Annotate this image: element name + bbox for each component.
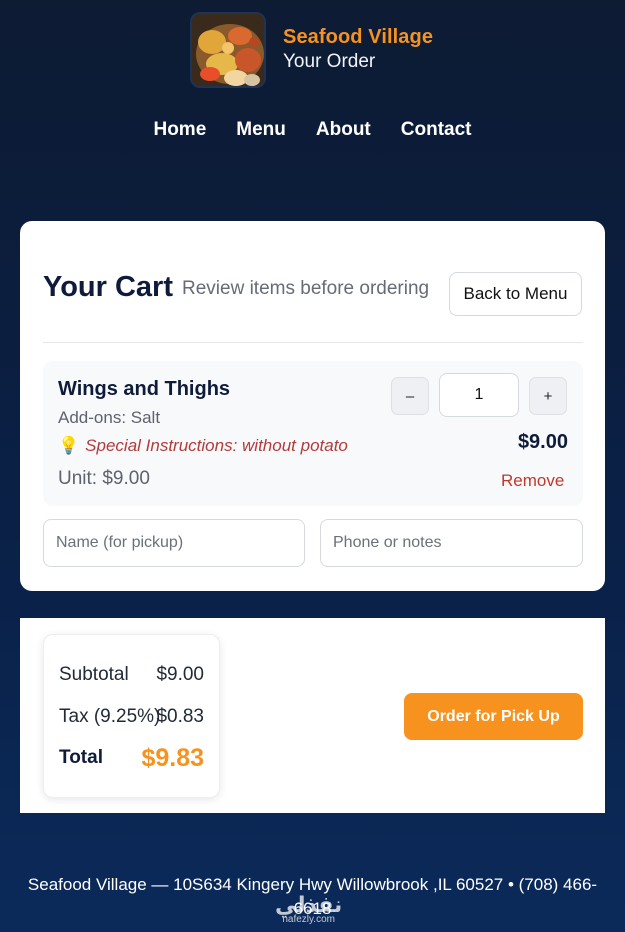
restaurant-logo[interactable] [190,12,266,88]
subtotal-label: Subtotal [59,664,129,685]
cart-title: Your Cart [43,271,173,303]
item-addons: Add-ons: Salt [58,408,161,427]
seafood-boil-photo-icon [192,14,264,86]
order-for-pickup-button[interactable]: Order for Pick Up [404,693,583,740]
page-subtitle: Your Order [283,51,376,72]
decrease-quantity-button[interactable]: – [391,377,429,415]
subtotal-value: $9.00 [156,664,204,685]
back-to-menu-button[interactable]: Back to Menu [449,272,582,316]
nav-about[interactable]: About [316,119,371,141]
item-total-price: $9.00 [517,431,568,453]
restaurant-name: Seafood Village [283,26,434,48]
increase-quantity-button[interactable]: + [529,377,567,415]
nav-home[interactable]: Home [153,119,206,141]
watermark: نفذلي nafezly.com [275,893,342,925]
tax-value: $0.83 [156,706,204,727]
lightbulb-icon: 💡 [58,436,80,455]
item-special-instructions: 💡 Special Instructions: without potato [58,436,348,456]
cart-card: Your Cart Review items before ordering B… [20,221,605,591]
watermark-url: nafezly.com [282,914,335,925]
brand-header: Seafood Village Your Order [190,12,433,88]
tax-label: Tax (9.25%) [59,706,161,727]
item-unit-price: Unit: $9.00 [58,468,150,489]
pickup-name-input[interactable] [43,519,305,567]
order-summary-section: Subtotal $9.00 Tax (9.25%) $0.83 Total $… [20,618,605,813]
main-nav: Home Menu About Contact [0,119,625,141]
total-value: $9.83 [141,744,204,772]
quantity-input[interactable] [439,373,519,417]
divider [43,342,583,343]
cart-subtitle: Review items before ordering [182,278,430,299]
total-label: Total [59,747,103,768]
item-name: Wings and Thighs [58,378,231,400]
remove-item-link[interactable]: Remove [501,471,564,491]
nav-menu[interactable]: Menu [236,119,286,141]
order-summary-box: Subtotal $9.00 Tax (9.25%) $0.83 Total $… [43,634,220,798]
phone-notes-input[interactable] [320,519,583,567]
item-instructions-text: Special Instructions: without potato [85,436,348,455]
nav-contact[interactable]: Contact [401,119,472,141]
cart-item: Wings and Thighs Add-ons: Salt 💡 Special … [43,361,583,506]
